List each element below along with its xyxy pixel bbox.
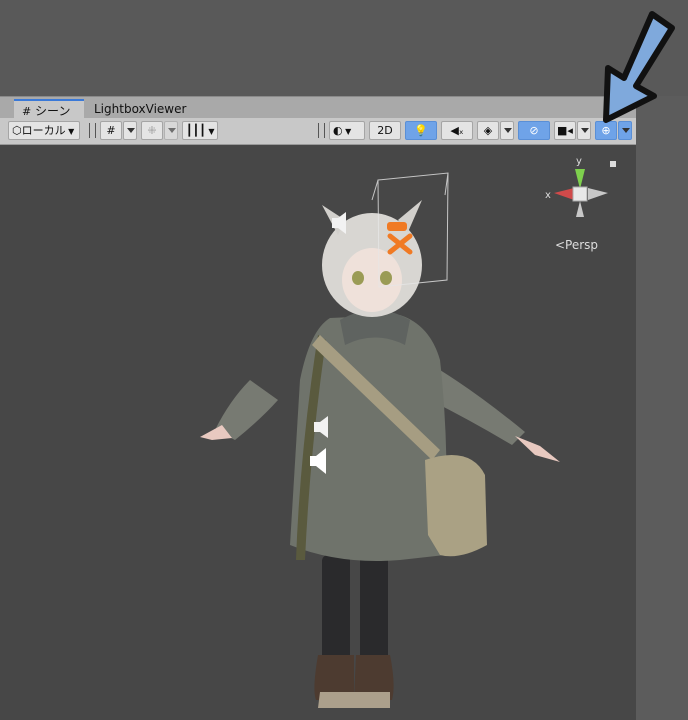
- increment-snap-button[interactable]: ⁜: [141, 121, 163, 140]
- effects-button[interactable]: ◈: [477, 121, 499, 140]
- right-hand: [515, 436, 560, 462]
- tab-lightboxviewer[interactable]: LightboxViewer: [86, 99, 196, 119]
- y-axis-cone[interactable]: [575, 169, 585, 189]
- camera-button[interactable]: ■◂: [554, 121, 576, 140]
- ruler-dropdown[interactable]: ┃┃┃ ▼: [182, 121, 218, 140]
- hair-clip-top: [387, 222, 407, 231]
- shading-sphere-icon: ◐: [333, 124, 343, 137]
- lighting-toggle-button[interactable]: 💡: [405, 121, 437, 140]
- right-boot-sole: [354, 692, 390, 708]
- tab-lightbox-label: LightboxViewer: [94, 102, 187, 116]
- tab-bar: # シーン LightboxViewer: [0, 96, 636, 119]
- lock-icon[interactable]: [610, 161, 616, 167]
- right-leg: [360, 555, 388, 665]
- grid-snap-dropdown[interactable]: [123, 121, 137, 140]
- tab-scene[interactable]: # シーン: [14, 99, 84, 119]
- draw-mode-dropdown[interactable]: ◐ ▼: [329, 121, 365, 140]
- projection-label[interactable]: <Persp: [555, 238, 598, 252]
- mute-icon: ◀ₓ: [450, 124, 464, 137]
- neg-z-axis-cone[interactable]: [576, 201, 584, 217]
- gizmo-center-cube[interactable]: [572, 186, 588, 202]
- tab-scene-label: シーン: [35, 104, 71, 118]
- eye-slash-icon: ⊘: [529, 124, 539, 137]
- left-leg: [322, 555, 350, 665]
- right-panel-background: [636, 96, 688, 720]
- ruler-icon: ┃┃┃: [186, 124, 206, 137]
- orientation-gizmo[interactable]: y x: [540, 153, 620, 233]
- gizmo-x-label: x: [545, 190, 551, 201]
- dropdown-arrow-icon: ▼: [342, 127, 352, 136]
- pivot-label: ローカル: [21, 124, 66, 137]
- increment-snap-dropdown[interactable]: [164, 121, 178, 140]
- x-axis-cone[interactable]: [554, 188, 574, 200]
- dropdown-arrow-icon: ▼: [205, 127, 215, 136]
- effects-dropdown[interactable]: [500, 121, 514, 140]
- left-eye: [352, 271, 364, 285]
- pivot-rotation-dropdown[interactable]: ⬡ローカル ▼: [8, 121, 80, 140]
- gizmo-y-label: y: [576, 156, 582, 167]
- scene-toolbar: ⬡ローカル ▼ # ⁜ ┃┃┃ ▼ ◐ ▼ 2D 💡 ◀ₓ ◈ ⊘ ■◂ ⊕: [0, 118, 636, 145]
- hidden-objects-toggle[interactable]: ⊘: [518, 121, 550, 140]
- camera-icon: ■◂: [557, 124, 573, 137]
- grid-icon: #: [22, 105, 32, 118]
- 2d-toggle-button[interactable]: 2D: [369, 121, 401, 140]
- shoulder-bag: [425, 455, 487, 557]
- local-cube-icon: ⬡: [12, 124, 22, 137]
- 2d-label: 2D: [377, 124, 393, 137]
- toolbar-separator: [318, 123, 325, 138]
- left-boot-sole: [318, 692, 354, 708]
- grid-snap-button[interactable]: #: [100, 121, 122, 140]
- grid-snap-icon: #: [106, 124, 116, 137]
- camera-dropdown[interactable]: [577, 121, 591, 140]
- toolbar-separator: [89, 123, 96, 138]
- window-background: [0, 0, 688, 96]
- layers-icon: ◈: [483, 124, 493, 137]
- lightbulb-icon: 💡: [414, 124, 428, 137]
- audio-toggle-button[interactable]: ◀ₓ: [441, 121, 473, 140]
- neg-x-axis-cone[interactable]: [588, 188, 608, 200]
- arrow-down-left-icon: [603, 11, 675, 123]
- right-eye: [380, 271, 392, 285]
- dropdown-arrow-icon: ▼: [65, 127, 75, 136]
- increment-snap-icon: ⁜: [147, 124, 157, 137]
- face: [342, 248, 402, 312]
